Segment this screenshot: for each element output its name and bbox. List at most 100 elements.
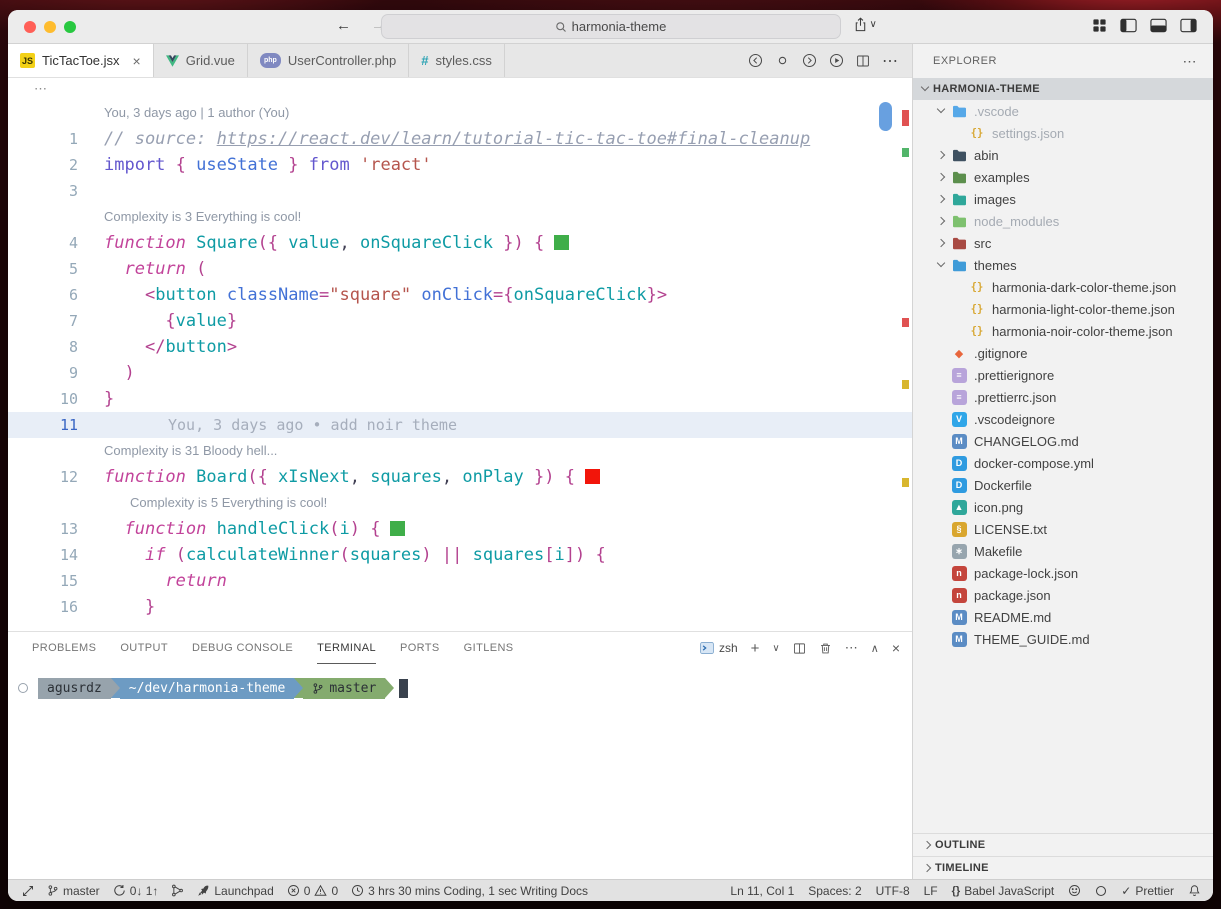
- code-line-12[interactable]: 12function Board({ xIsNext, squares, onP…: [8, 464, 912, 490]
- code-editor[interactable]: You, 3 days ago | 1 author (You)1// sour…: [8, 100, 912, 631]
- file-item-harmonia-light-color-theme.json[interactable]: {}harmonia-light-color-theme.json: [913, 298, 1213, 320]
- status-prettier[interactable]: ✓Prettier: [1121, 884, 1174, 898]
- line-number[interactable]: 14: [8, 542, 104, 568]
- code-line-7[interactable]: 7 {value}: [8, 308, 912, 334]
- editor-tab-TicTacToe.jsx[interactable]: JSTicTacToe.jsx×: [8, 44, 154, 77]
- more-actions-icon[interactable]: ⋯: [882, 51, 898, 71]
- history-back-icon[interactable]: ←: [336, 17, 351, 34]
- folder-item-node_modules[interactable]: node_modules: [913, 210, 1213, 232]
- code-line-5[interactable]: 5 return (: [8, 256, 912, 282]
- codelens-annotation[interactable]: Complexity is 3 Everything is cool!: [8, 204, 912, 230]
- file-item-LICENSE.txt[interactable]: §LICENSE.txt: [913, 518, 1213, 540]
- code-line-16[interactable]: 16 }: [8, 594, 912, 620]
- breadcrumb-ellipsis[interactable]: ⋯: [34, 81, 47, 97]
- panel-tab-output[interactable]: OUTPUT: [120, 632, 168, 664]
- folder-item-.vscode[interactable]: .vscode: [913, 100, 1213, 122]
- folder-item-abin[interactable]: abin: [913, 144, 1213, 166]
- chevron-right-icon[interactable]: [933, 169, 949, 185]
- toggle-left-sidebar-icon[interactable]: [1120, 18, 1137, 33]
- file-item-README.md[interactable]: MREADME.md: [913, 606, 1213, 628]
- scrollbar-thumb[interactable]: [879, 102, 892, 131]
- line-number[interactable]: 4: [8, 230, 104, 256]
- folder-item-themes[interactable]: themes: [913, 254, 1213, 276]
- line-number[interactable]: 12: [8, 464, 104, 490]
- breadcrumb[interactable]: ⋯: [8, 78, 912, 100]
- nav-dot-icon[interactable]: [775, 53, 790, 68]
- file-item-settings.json[interactable]: {}settings.json: [913, 122, 1213, 144]
- code-line-3[interactable]: 3: [8, 178, 912, 204]
- code-line-10[interactable]: 10}: [8, 386, 912, 412]
- close-panel-icon[interactable]: ×: [892, 640, 900, 656]
- status-branch[interactable]: master: [47, 884, 100, 898]
- chevron-right-icon[interactable]: [933, 213, 949, 229]
- traffic-light-zoom[interactable]: [64, 21, 76, 33]
- code-line-9[interactable]: 9 ): [8, 360, 912, 386]
- sidebar-section-outline[interactable]: OUTLINE: [913, 833, 1213, 856]
- maximize-panel-icon[interactable]: ∧: [871, 642, 879, 655]
- status-problems[interactable]: 00: [287, 884, 338, 898]
- status-commit-graph[interactable]: [171, 884, 184, 897]
- editor-tab-styles.css[interactable]: #styles.css: [409, 44, 505, 77]
- line-number[interactable]: 8: [8, 334, 104, 360]
- folder-item-images[interactable]: images: [913, 188, 1213, 210]
- kill-terminal-icon[interactable]: [819, 642, 832, 655]
- code-line-6[interactable]: 6 <button className="square" onClick={on…: [8, 282, 912, 308]
- status-remote-indicator[interactable]: [22, 885, 34, 897]
- file-item-THEME_GUIDE.md[interactable]: MTHEME_GUIDE.md: [913, 628, 1213, 650]
- file-item-.prettierrc.json[interactable]: ≡.prettierrc.json: [913, 386, 1213, 408]
- line-number[interactable]: 1: [8, 126, 104, 152]
- nav-back-icon[interactable]: [748, 53, 763, 68]
- terminal[interactable]: agusrdz~/dev/harmonia-thememaster: [8, 664, 912, 879]
- code-line-14[interactable]: 14 if (calculateWinner(squares) || squar…: [8, 542, 912, 568]
- toggle-right-sidebar-icon[interactable]: [1180, 18, 1197, 33]
- code-line-15[interactable]: 15 return: [8, 568, 912, 594]
- command-decoration-icon[interactable]: [8, 683, 38, 693]
- status-cursor-position[interactable]: Ln 11, Col 1: [730, 884, 794, 898]
- nav-forward-icon[interactable]: [802, 53, 817, 68]
- chevron-right-icon[interactable]: [933, 235, 949, 251]
- code-line-2[interactable]: 2import { useState } from 'react': [8, 152, 912, 178]
- line-number[interactable]: 9: [8, 360, 104, 386]
- run-button[interactable]: [829, 53, 844, 68]
- file-item-package-lock.json[interactable]: npackage-lock.json: [913, 562, 1213, 584]
- file-item-Dockerfile[interactable]: DDockerfile: [913, 474, 1213, 496]
- tab-close-icon[interactable]: ×: [133, 54, 141, 68]
- toggle-panel-icon[interactable]: [1150, 18, 1167, 33]
- panel-tab-problems[interactable]: PROBLEMS: [32, 632, 96, 664]
- shell-indicator[interactable]: zsh: [700, 641, 738, 655]
- line-number[interactable]: 3: [8, 178, 104, 204]
- chevron-down-icon[interactable]: [933, 103, 949, 119]
- split-editor-icon[interactable]: [856, 54, 870, 68]
- status-launchpad[interactable]: Launchpad: [197, 884, 273, 898]
- code-line-1[interactable]: 1// source: https://react.dev/learn/tuto…: [8, 126, 912, 152]
- panel-tab-gitlens[interactable]: GITLENS: [464, 632, 514, 664]
- codelens-annotation[interactable]: Complexity is 5 Everything is cool!: [8, 490, 912, 516]
- panel-tab-debug-console[interactable]: DEBUG CONSOLE: [192, 632, 293, 664]
- line-number[interactable]: 2: [8, 152, 104, 178]
- file-item-.gitignore[interactable]: ◆.gitignore: [913, 342, 1213, 364]
- explorer-more-actions-icon[interactable]: ⋯: [1183, 53, 1198, 70]
- chevron-right-icon[interactable]: [933, 147, 949, 163]
- code-line-13[interactable]: 13 function handleClick(i) {: [8, 516, 912, 542]
- panel-tab-terminal[interactable]: TERMINAL: [317, 632, 376, 664]
- codelens-annotation[interactable]: You, 3 days ago | 1 author (You): [8, 100, 912, 126]
- file-item-harmonia-noir-color-theme.json[interactable]: {}harmonia-noir-color-theme.json: [913, 320, 1213, 342]
- line-number[interactable]: 6: [8, 282, 104, 308]
- codelens-annotation[interactable]: Complexity is 31 Bloody hell...: [8, 438, 912, 464]
- file-item-Makefile[interactable]: ∗Makefile: [913, 540, 1213, 562]
- status-notifications[interactable]: [1188, 884, 1201, 897]
- code-line-11[interactable]: 11You, 3 days ago • add noir theme: [8, 412, 912, 438]
- address-bar[interactable]: harmonia-theme: [381, 14, 841, 39]
- file-item-.vscodeignore[interactable]: V.vscodeignore: [913, 408, 1213, 430]
- file-item-package.json[interactable]: npackage.json: [913, 584, 1213, 606]
- folder-item-src[interactable]: src: [913, 232, 1213, 254]
- line-number[interactable]: 7: [8, 308, 104, 334]
- layout-grid-icon[interactable]: [1092, 18, 1107, 33]
- panel-tab-ports[interactable]: PORTS: [400, 632, 440, 664]
- line-number[interactable]: 15: [8, 568, 104, 594]
- sidebar-section-timeline[interactable]: TIMELINE: [913, 856, 1213, 879]
- panel-more-actions-icon[interactable]: ⋯: [845, 640, 858, 656]
- status-feedback[interactable]: [1068, 884, 1081, 897]
- traffic-light-minimize[interactable]: [44, 21, 56, 33]
- editor-tab-UserController.php[interactable]: phpUserController.php: [248, 44, 409, 77]
